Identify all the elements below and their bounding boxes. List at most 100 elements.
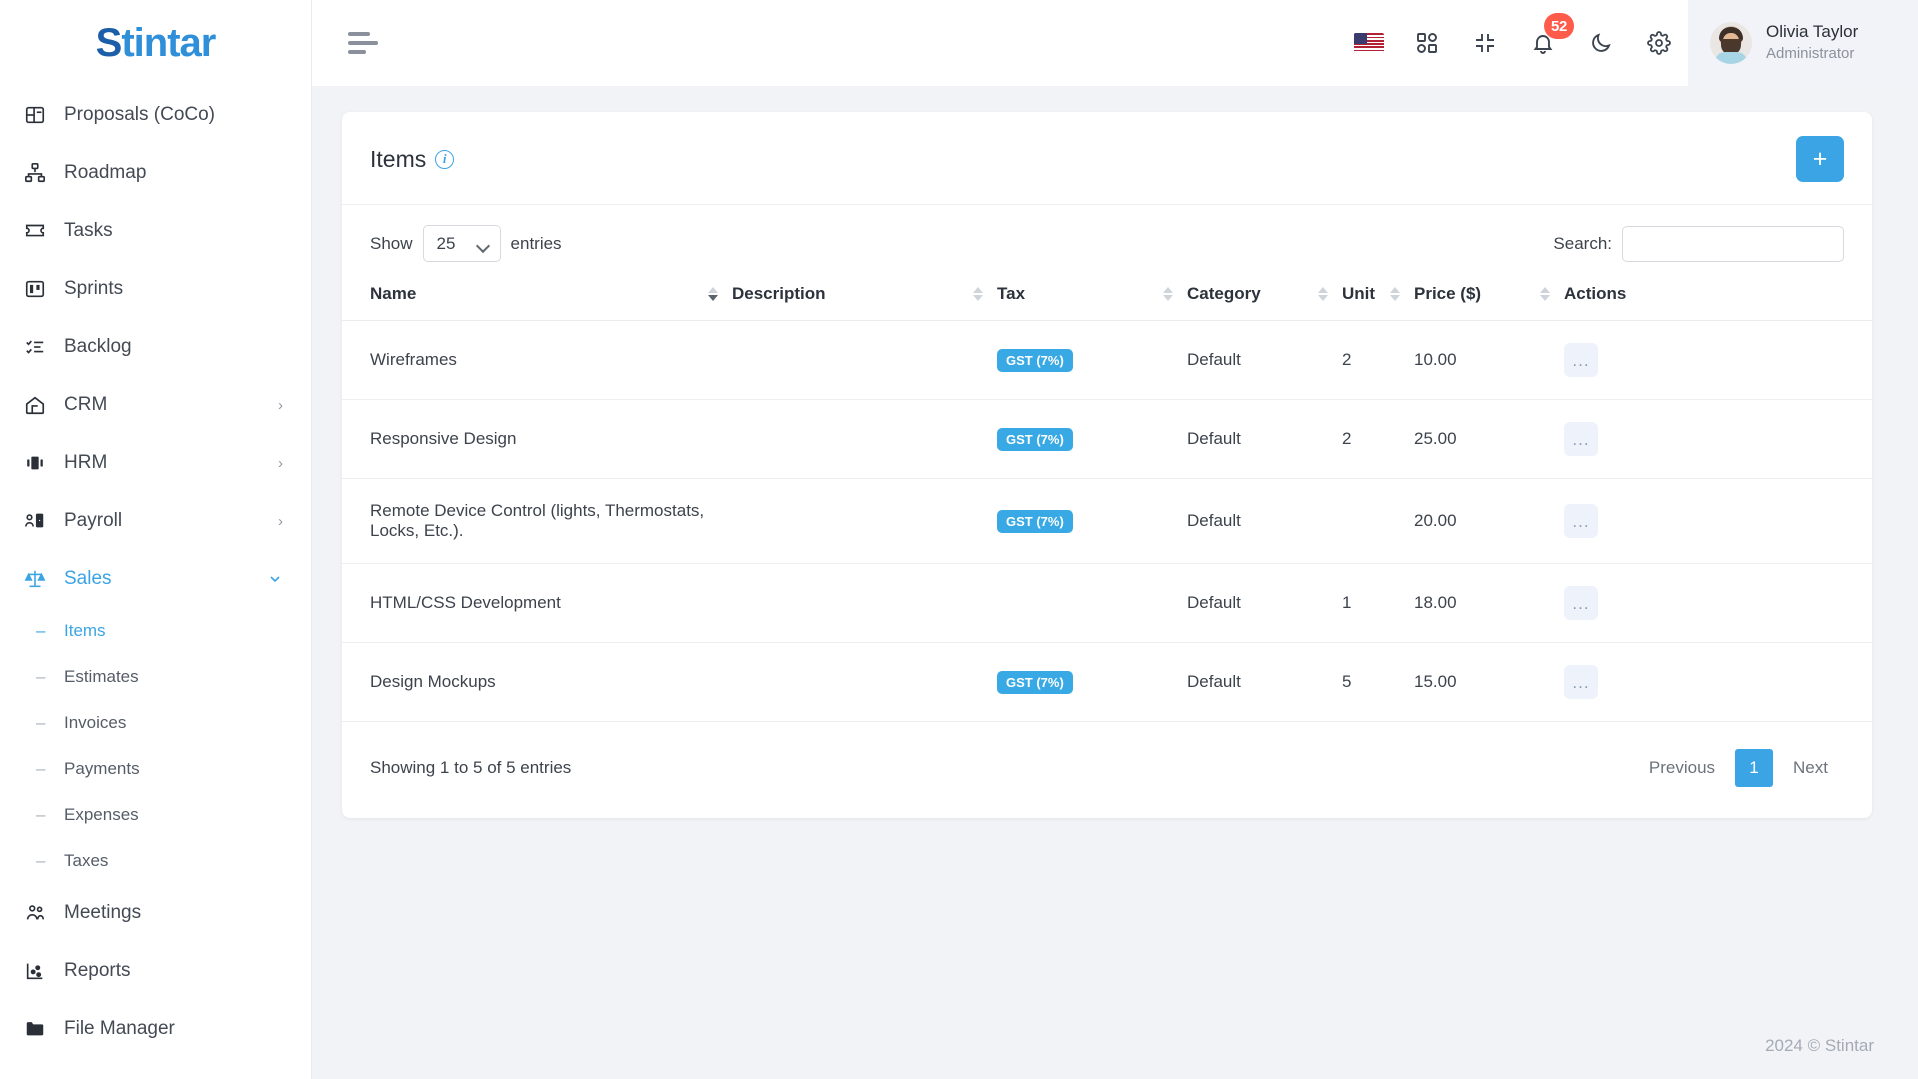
page-footer: 2024 © Stintar — [312, 1013, 1918, 1079]
sort-indicator[interactable] — [1318, 287, 1328, 301]
row-actions-button[interactable]: ... — [1564, 343, 1598, 377]
sidebar-item-sales[interactable]: Sales — [0, 550, 311, 608]
sidebar-item-file-manager[interactable]: File Manager — [0, 1000, 311, 1058]
grid-apps-icon[interactable] — [1398, 0, 1456, 86]
sort-indicator[interactable] — [973, 287, 983, 301]
app-root: Stintar Proposals (CoCo) Roadmap Tasks S… — [0, 0, 1918, 1079]
sidebar-item-hrm[interactable]: HRM › — [0, 434, 311, 492]
cell-tax: GST (7%) — [997, 320, 1187, 400]
sort-indicator[interactable] — [1163, 287, 1173, 301]
sidebar-item-label: Payroll — [64, 510, 123, 531]
page-title: Items i — [370, 145, 455, 173]
column-header-name[interactable]: Name — [342, 268, 732, 321]
column-header-unit[interactable]: Unit — [1342, 268, 1414, 321]
brand-logo[interactable]: Stintar — [0, 0, 311, 86]
sidebar-item-roadmap[interactable]: Roadmap — [0, 144, 311, 202]
bell-icon[interactable]: 52 — [1514, 0, 1574, 86]
gear-icon[interactable] — [1630, 0, 1688, 86]
status-badge: GST (7%) — [997, 427, 1073, 451]
sidebar-item-proposals[interactable]: Proposals (CoCo) — [0, 86, 311, 144]
sidebar-subitem-label: Items — [64, 621, 106, 640]
collapse-screen-icon[interactable] — [1456, 0, 1514, 86]
crm-icon — [24, 393, 54, 417]
status-badge: GST (7%) — [997, 509, 1073, 533]
moon-icon[interactable] — [1572, 0, 1630, 86]
sidebar-subitem-invoices[interactable]: – Invoices — [0, 700, 311, 746]
brand-name: Stintar — [95, 20, 217, 66]
table-header-row: Name Description Tax Category Unit Price… — [342, 268, 1872, 321]
column-header-category[interactable]: Category — [1187, 268, 1342, 321]
entries-info: Showing 1 to 5 of 5 entries — [370, 758, 572, 777]
sidebar-item-tasks[interactable]: Tasks — [0, 202, 311, 260]
tasks-icon — [24, 219, 54, 243]
column-header-description[interactable]: Description — [732, 268, 997, 321]
show-entries-control: Show 10 25 50 100 entries — [370, 225, 562, 262]
sidebar-item-label: Backlog — [64, 336, 132, 357]
cell-description — [732, 563, 997, 643]
pagination-previous[interactable]: Previous — [1633, 748, 1731, 788]
table-row: Remote Device Control (lights, Thermosta… — [342, 478, 1872, 564]
roadmap-icon — [24, 161, 54, 185]
sort-indicator[interactable] — [1390, 287, 1400, 301]
sidebar-subitem-taxes[interactable]: – Taxes — [0, 838, 311, 884]
cell-description — [732, 642, 997, 722]
sidebar-item-reports[interactable]: Reports — [0, 942, 311, 1000]
sidebar-item-meetings[interactable]: Meetings — [0, 884, 311, 942]
us-flag-icon[interactable] — [1340, 0, 1398, 86]
sidebar-item-backlog[interactable]: Backlog — [0, 318, 311, 376]
cell-tax — [997, 563, 1187, 643]
user-name: Olivia Taylor — [1766, 22, 1859, 42]
cell-actions: ... — [1564, 399, 1872, 479]
sales-icon — [24, 567, 54, 591]
search-control: Search: — [1553, 225, 1844, 262]
column-label: Actions — [1564, 284, 1627, 303]
user-profile-menu[interactable]: Olivia Taylor Administrator — [1688, 0, 1918, 86]
entries-per-page-select[interactable]: 10 25 50 100 — [422, 225, 501, 262]
sidebar-subitem-items[interactable]: – Items — [0, 608, 311, 654]
sidebar-item-crm[interactable]: CRM › — [0, 376, 311, 434]
info-icon[interactable]: i — [435, 149, 455, 169]
sidebar-subitem-estimates[interactable]: – Estimates — [0, 654, 311, 700]
search-input[interactable] — [1622, 225, 1844, 262]
column-label: Description — [732, 284, 826, 303]
cell-category: Default — [1187, 399, 1342, 479]
status-badge: GST (7%) — [997, 670, 1073, 694]
hamburger-line — [348, 50, 366, 54]
dash-icon: – — [36, 713, 46, 732]
entries-select-wrap: 10 25 50 100 — [422, 225, 501, 262]
pagination: Previous 1 Next — [1633, 748, 1844, 788]
meetings-icon — [24, 901, 54, 925]
column-header-tax[interactable]: Tax — [997, 268, 1187, 321]
row-actions-button[interactable]: ... — [1564, 586, 1598, 620]
brand-initial: S — [95, 20, 123, 65]
chevron-right-icon: › — [278, 454, 283, 472]
sort-indicator[interactable] — [1540, 287, 1550, 301]
cell-actions: ... — [1564, 320, 1872, 400]
pagination-next[interactable]: Next — [1777, 748, 1844, 788]
sidebar-subitem-payments[interactable]: – Payments — [0, 746, 311, 792]
row-actions-button[interactable]: ... — [1564, 504, 1598, 538]
column-header-price[interactable]: Price ($) — [1414, 268, 1564, 321]
page-title-text: Items — [370, 145, 427, 172]
page-content: Items i + Show 10 25 50 100 — [312, 86, 1918, 1013]
add-item-button[interactable]: + — [1796, 136, 1844, 182]
chevron-right-icon: › — [278, 396, 283, 414]
dash-icon: – — [36, 621, 46, 640]
items-table: Name Description Tax Category Unit Price… — [342, 268, 1872, 722]
chevron-right-icon: › — [278, 512, 283, 530]
cell-name: HTML/CSS Development — [342, 563, 732, 643]
table-controls: Show 10 25 50 100 entries Search: — [342, 205, 1872, 268]
pagination-page-1[interactable]: 1 — [1735, 749, 1774, 787]
sidebar-item-payroll[interactable]: Payroll › — [0, 492, 311, 550]
row-actions-button[interactable]: ... — [1564, 422, 1598, 456]
cell-name: Responsive Design — [342, 399, 732, 479]
hamburger-icon[interactable] — [348, 32, 382, 54]
cell-price: 10.00 — [1414, 320, 1564, 400]
sidebar-item-sprints[interactable]: Sprints — [0, 260, 311, 318]
dash-icon: – — [36, 759, 46, 778]
row-actions-button[interactable]: ... — [1564, 665, 1598, 699]
cell-tax: GST (7%) — [997, 478, 1187, 564]
sort-indicator[interactable] — [708, 287, 718, 301]
sprints-icon — [24, 277, 54, 301]
sidebar-subitem-expenses[interactable]: – Expenses — [0, 792, 311, 838]
